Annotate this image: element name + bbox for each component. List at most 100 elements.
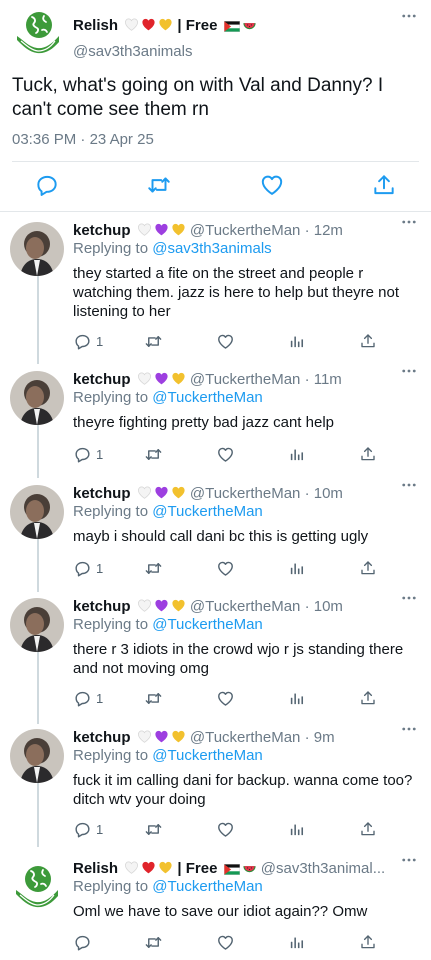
- like-button[interactable]: [216, 444, 235, 464]
- handle[interactable]: @TuckertheMan: [190, 485, 301, 502]
- action-bar: [0, 172, 431, 200]
- reply-button[interactable]: [73, 932, 92, 952]
- display-name[interactable]: ketchup: [73, 598, 131, 615]
- views-button[interactable]: [288, 688, 305, 708]
- reply-button[interactable]: 1: [73, 331, 103, 351]
- display-name[interactable]: Relish: [73, 860, 118, 877]
- reply-button[interactable]: 1: [73, 688, 103, 708]
- views-button[interactable]: [288, 331, 305, 351]
- more-button[interactable]: [402, 858, 416, 862]
- share-button[interactable]: [359, 558, 377, 578]
- share-button[interactable]: [359, 688, 377, 708]
- retweet-button[interactable]: [144, 558, 163, 578]
- avatar[interactable]: [13, 8, 63, 58]
- retweet-button[interactable]: [144, 688, 163, 708]
- avatar[interactable]: [10, 860, 64, 914]
- action-bar: 1: [0, 819, 431, 839]
- views-icon: [288, 333, 305, 350]
- like-icon: [216, 689, 235, 708]
- reply-header: ketchup @TuckertheMan · 11m: [73, 371, 383, 388]
- retweet-icon: [146, 172, 172, 198]
- handle[interactable]: @TuckertheMan: [190, 371, 301, 388]
- reply-icon: [73, 445, 92, 464]
- replying-label: Replying to: [73, 616, 149, 633]
- handle[interactable]: @sav3th3animal...: [261, 860, 385, 877]
- reply-age: · 10m: [304, 485, 343, 502]
- display-name[interactable]: ketchup: [73, 371, 131, 388]
- display-name[interactable]: ketchup: [73, 222, 131, 239]
- share-button[interactable]: [359, 819, 377, 839]
- avatar[interactable]: [10, 222, 64, 276]
- views-button[interactable]: [288, 819, 305, 839]
- action-bar: 1: [0, 444, 431, 464]
- replying-label: Replying to: [73, 503, 149, 520]
- reply-icon: [73, 332, 92, 351]
- replying-to-link[interactable]: @TuckertheMan: [152, 616, 263, 633]
- like-button[interactable]: [216, 819, 235, 839]
- replying-to-link[interactable]: @TuckertheMan: [152, 503, 263, 520]
- timestamp: 03:36 PM · 23 Apr 25: [12, 131, 154, 148]
- retweet-button[interactable]: [144, 331, 163, 351]
- reply-header: Relish | Free @sav3th3animal...: [73, 860, 393, 877]
- like-button[interactable]: [259, 172, 285, 198]
- profile-photo-icon: [10, 371, 64, 425]
- like-button[interactable]: [216, 331, 235, 351]
- more-button[interactable]: [402, 483, 416, 487]
- handle[interactable]: @TuckertheMan: [190, 222, 301, 239]
- views-button[interactable]: [288, 932, 305, 952]
- red-heart-emoji-icon: [141, 17, 156, 32]
- more-button[interactable]: [402, 596, 416, 600]
- handle[interactable]: @TuckertheMan: [190, 598, 301, 615]
- replying-to: Replying to @TuckertheMan: [73, 389, 263, 406]
- reply-button[interactable]: [34, 172, 60, 198]
- reply-button[interactable]: 1: [73, 444, 103, 464]
- yellow-heart-emoji-icon: [171, 598, 186, 613]
- reply-button[interactable]: 1: [73, 558, 103, 578]
- share-button[interactable]: [371, 172, 397, 198]
- views-button[interactable]: [288, 444, 305, 464]
- replying-to-link[interactable]: @TuckertheMan: [152, 747, 263, 764]
- retweet-button[interactable]: [146, 172, 172, 198]
- handle[interactable]: @sav3th3animals: [73, 43, 192, 60]
- reply-text: Oml we have to save our idiot again?? Om…: [73, 903, 368, 920]
- display-name-row[interactable]: Relish | Free: [73, 17, 257, 34]
- profile-photo-icon: [10, 729, 64, 783]
- avatar[interactable]: [10, 729, 64, 783]
- replying-to-link[interactable]: @sav3th3animals: [152, 240, 271, 257]
- action-bar: 1: [0, 688, 431, 708]
- like-button[interactable]: [216, 932, 235, 952]
- yellow-heart-emoji-icon: [171, 222, 186, 237]
- avatar[interactable]: [10, 371, 64, 425]
- more-button[interactable]: [402, 220, 416, 224]
- avatar[interactable]: [10, 598, 64, 652]
- display-name[interactable]: ketchup: [73, 729, 131, 746]
- divider: [12, 161, 419, 162]
- reply-age: · 9m: [304, 729, 335, 746]
- share-button[interactable]: [359, 444, 377, 464]
- palestine-flag-icon: [224, 864, 240, 875]
- profile-photo-icon: [10, 222, 64, 276]
- profile-photo-icon: [10, 598, 64, 652]
- like-button[interactable]: [216, 558, 235, 578]
- more-button[interactable]: [402, 14, 416, 18]
- handle[interactable]: @TuckertheMan: [190, 729, 301, 746]
- reply-button[interactable]: 1: [73, 819, 103, 839]
- share-button[interactable]: [359, 932, 377, 952]
- more-button[interactable]: [402, 727, 416, 731]
- share-button[interactable]: [359, 331, 377, 351]
- share-icon: [359, 559, 377, 577]
- white-heart-emoji-icon: [137, 371, 152, 386]
- replying-to-link[interactable]: @TuckertheMan: [152, 389, 263, 406]
- red-heart-emoji-icon: [141, 860, 156, 875]
- more-button[interactable]: [402, 369, 416, 373]
- like-button[interactable]: [216, 688, 235, 708]
- like-icon: [216, 445, 235, 464]
- retweet-button[interactable]: [144, 444, 163, 464]
- reply-text: there r 3 idiots in the crowd wjo r js s…: [73, 641, 404, 677]
- avatar[interactable]: [10, 485, 64, 539]
- replying-to-link[interactable]: @TuckertheMan: [152, 878, 263, 895]
- retweet-button[interactable]: [144, 819, 163, 839]
- retweet-button[interactable]: [144, 932, 163, 952]
- views-button[interactable]: [288, 558, 305, 578]
- display-name[interactable]: ketchup: [73, 485, 131, 502]
